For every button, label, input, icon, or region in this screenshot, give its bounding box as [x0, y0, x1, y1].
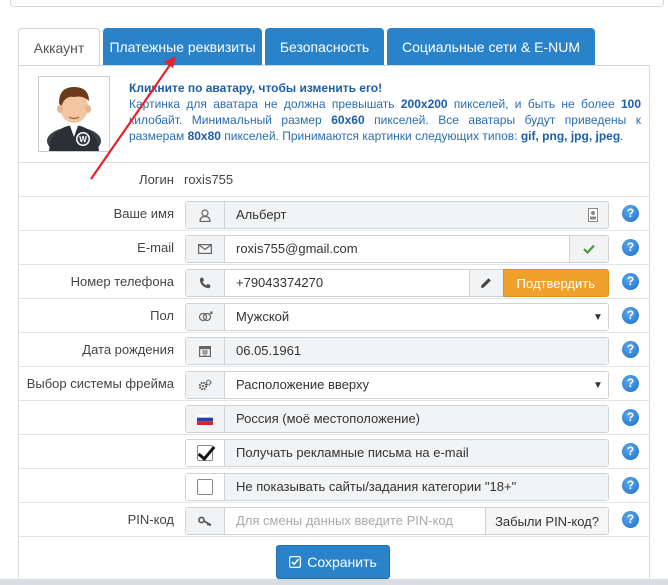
email-field[interactable]: roxis755@gmail.com: [225, 236, 569, 262]
avatar-image: W: [47, 87, 101, 155]
edit-pencil-icon[interactable]: [468, 270, 503, 296]
adult-label: Не показывать сайты/задания категории "1…: [225, 474, 608, 500]
help-icon[interactable]: ?: [622, 375, 639, 392]
save-button[interactable]: Сохранить: [276, 545, 390, 579]
birthdate-input-group: 06.05.1961: [185, 337, 609, 365]
ads-checkbox[interactable]: [197, 445, 213, 461]
phone-field[interactable]: +79043374270: [225, 270, 469, 296]
frame-label: Выбор системы фрейма: [26, 376, 174, 391]
adult-checkbox-cell[interactable]: [186, 474, 225, 500]
name-field[interactable]: Альберт: [225, 202, 578, 228]
phone-icon: [186, 270, 225, 296]
verified-check-icon: [569, 236, 608, 262]
ads-row: Получать рекламные письма на e-mail ?: [19, 435, 649, 469]
avatar[interactable]: W: [38, 76, 110, 155]
save-button-label: Сохранить: [307, 554, 377, 570]
avatar-section: W Кликните по аватару, чтобы изменить ег…: [19, 65, 649, 163]
location-field: Россия (моё местоположение): [225, 406, 608, 432]
adult-row: Не показывать сайты/задания категории "1…: [19, 469, 649, 503]
pin-input-group: Для смены данных введите PIN-код Забыли …: [185, 507, 609, 535]
name-input-group: Альберт: [185, 201, 609, 229]
calendar-icon: [186, 338, 225, 364]
email-label: E-mail: [137, 240, 174, 255]
avatar-instructions: Кликните по аватару, чтобы изменить его!…: [129, 81, 642, 143]
gender-icon: [186, 304, 225, 330]
checkbox-check-icon: [289, 556, 302, 568]
login-label: Логин: [139, 172, 174, 187]
tab-account[interactable]: Аккаунт: [18, 28, 100, 66]
account-panel: W Кликните по аватару, чтобы изменить ег…: [18, 65, 650, 585]
svg-text:W: W: [79, 135, 87, 144]
ads-checkbox-group: Получать рекламные письма на e-mail: [185, 439, 609, 467]
confirm-phone-button[interactable]: Подтвердить: [502, 269, 609, 297]
birthdate-field[interactable]: 06.05.1961: [225, 338, 608, 364]
help-icon[interactable]: ?: [622, 307, 639, 324]
frame-row: Выбор системы фрейма Расположение вверху…: [19, 367, 649, 401]
gender-select-group: Мужской ▼: [185, 303, 609, 331]
help-icon[interactable]: ?: [622, 409, 639, 426]
gears-icon: [186, 372, 225, 398]
chevron-down-icon[interactable]: ▼: [588, 304, 608, 330]
envelope-icon: [186, 236, 225, 262]
russia-flag-icon: [186, 406, 225, 432]
tab-bar: Аккаунт Платежные реквизиты Безопасность…: [18, 28, 598, 66]
ads-checkbox-cell[interactable]: [186, 440, 225, 466]
location-row: Россия (моё местоположение) ?: [19, 401, 649, 435]
login-row: Логин roxis755: [19, 163, 649, 197]
adult-checkbox-group: Не показывать сайты/задания категории "1…: [185, 473, 609, 501]
chevron-down-icon[interactable]: ▼: [588, 372, 608, 398]
tab-payment-details[interactable]: Платежные реквизиты: [103, 28, 262, 66]
tab-security[interactable]: Безопасность: [265, 28, 384, 66]
gender-row: Пол Мужской ▼ ?: [19, 299, 649, 333]
frame-select-group: Расположение вверху ▼: [185, 371, 609, 399]
name-row: Ваше имя Альберт ?: [19, 197, 649, 231]
email-row: E-mail roxis755@gmail.com ?: [19, 231, 649, 265]
frame-select[interactable]: Расположение вверху: [225, 372, 588, 398]
adult-checkbox[interactable]: [197, 479, 213, 495]
ads-label: Получать рекламные письма на e-mail: [225, 440, 608, 466]
birthdate-label: Дата рождения: [82, 342, 174, 357]
location-group: Россия (моё местоположение): [185, 405, 609, 433]
phone-row: Номер телефона +79043374270 Подтвердить …: [19, 265, 649, 299]
key-icon: [186, 508, 225, 534]
phone-label: Номер телефона: [70, 274, 174, 289]
avatar-title: Кликните по аватару, чтобы изменить его!: [129, 81, 383, 95]
pin-field[interactable]: Для смены данных введите PIN-код: [225, 508, 486, 534]
email-input-group: roxis755@gmail.com: [185, 235, 609, 263]
pin-label: PIN-код: [127, 512, 174, 527]
login-value: roxis755: [184, 172, 234, 187]
contact-card-icon: [578, 202, 608, 228]
top-container: [10, 0, 664, 7]
birthdate-row: Дата рождения 06.05.1961 ?: [19, 333, 649, 367]
taskbar-strip: [0, 579, 668, 585]
name-label: Ваше имя: [113, 206, 174, 221]
pin-row: PIN-код Для смены данных введите PIN-код…: [19, 503, 649, 537]
tab-social-enum[interactable]: Социальные сети & E-NUM: [387, 28, 595, 66]
user-icon: [186, 202, 225, 228]
help-icon[interactable]: ?: [622, 273, 639, 290]
help-icon[interactable]: ?: [622, 477, 639, 494]
help-icon[interactable]: ?: [622, 341, 639, 358]
help-icon[interactable]: ?: [622, 239, 639, 256]
help-icon[interactable]: ?: [622, 205, 639, 222]
forgot-pin-button[interactable]: Забыли PIN-код?: [485, 508, 608, 534]
phone-input-group: +79043374270 Подтвердить: [185, 269, 609, 297]
help-icon[interactable]: ?: [622, 443, 639, 460]
gender-select[interactable]: Мужской: [225, 304, 588, 330]
gender-label: Пол: [150, 308, 174, 323]
help-icon[interactable]: ?: [622, 511, 639, 528]
